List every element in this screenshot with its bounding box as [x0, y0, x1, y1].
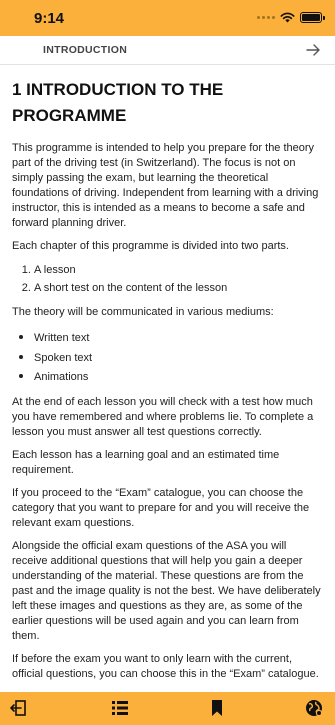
- globe-settings-icon[interactable]: [304, 698, 324, 718]
- test-paragraph: At the end of each lesson you will check…: [12, 395, 314, 438]
- status-icons: [257, 12, 325, 23]
- list-item: Spoken text: [34, 348, 323, 368]
- list-item: A lesson: [34, 262, 323, 280]
- article-heading: 1 INTRODUCTION TO THE PROGRAMME: [12, 80, 224, 125]
- menu-list-icon[interactable]: [110, 698, 130, 718]
- parts-intro: Each chapter of this programme is divide…: [12, 240, 289, 252]
- current-questions-paragraph: If before the exam you want to only lear…: [12, 652, 319, 680]
- mediums-intro: The theory will be communicated in vario…: [12, 306, 274, 318]
- arrow-right-icon[interactable]: [305, 42, 321, 58]
- article-content[interactable]: 1 INTRODUCTION TO THE PROGRAMME This pro…: [0, 65, 335, 692]
- goal-paragraph: Each lesson has a learning goal and an e…: [12, 448, 280, 476]
- list-item: A short test on the content of the lesso…: [34, 280, 323, 298]
- bookmark-icon[interactable]: [207, 698, 227, 718]
- status-time: 9:14: [34, 10, 65, 27]
- page-title: INTRODUCTION: [43, 44, 128, 56]
- exit-icon[interactable]: [9, 698, 29, 718]
- signal-icon: [257, 16, 275, 19]
- status-bar: 9:14: [0, 0, 335, 36]
- bottom-toolbar: [0, 692, 335, 725]
- wifi-icon: [280, 12, 295, 23]
- chapter-header: INTRODUCTION: [0, 36, 335, 65]
- battery-icon: [300, 12, 322, 23]
- parts-list: A lesson A short test on the content of …: [12, 262, 323, 297]
- asa-paragraph: Alongside the official exam questions of…: [12, 539, 321, 642]
- exam-paragraph: If you proceed to the “Exam” catalogue, …: [12, 486, 310, 529]
- list-item: Written text: [34, 328, 323, 348]
- intro-paragraph: This programme is intended to help you p…: [12, 142, 319, 229]
- list-item: Animations: [34, 367, 323, 387]
- mediums-list: Written text Spoken text Animations: [12, 328, 323, 387]
